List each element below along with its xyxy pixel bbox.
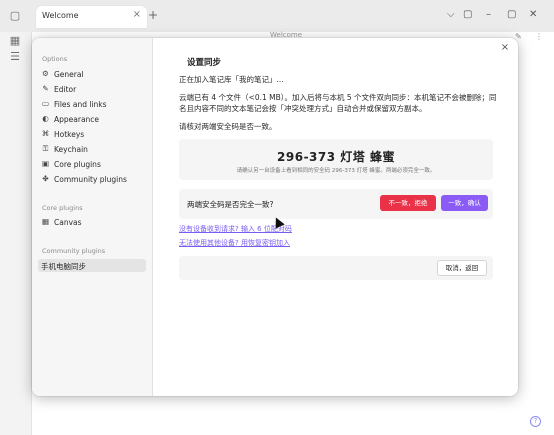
section-title-options: Options: [42, 55, 68, 63]
maximize-icon[interactable]: ▢: [507, 9, 516, 21]
sidebar-item-hotkeys[interactable]: ⌘ Hotkeys: [38, 128, 146, 141]
tab-bar: ▢ Welcome × + ⌵ ▢ – ▢ ✕: [0, 0, 554, 32]
recovery-key-link[interactable]: 无法使用其他设备? 用恢复密钥加入: [179, 238, 290, 248]
sidebar-toggle-icon[interactable]: ▢: [8, 9, 22, 23]
folder-icon: ▭: [41, 99, 50, 108]
sidebar-item-label: Hotkeys: [54, 130, 85, 139]
key-icon: ⚿: [42, 144, 49, 153]
help-icon[interactable]: ?: [530, 416, 541, 427]
confirm-row: 两端安全码是否完全一致? 不一致，拒绝 一致，确认: [179, 189, 493, 219]
command-icon: ⌘: [41, 129, 50, 138]
puzzle-icon: ✤: [42, 174, 49, 183]
tab-welcome[interactable]: Welcome ×: [36, 6, 147, 28]
sidebar-item-label: Canvas: [54, 218, 82, 227]
tab-close-icon[interactable]: ×: [133, 9, 141, 20]
sidebar-item-appearance[interactable]: ◐ Appearance: [38, 113, 146, 126]
gear-icon: ⚙: [42, 69, 49, 78]
sidebar-item-keychain[interactable]: ⚿ Keychain: [38, 143, 146, 156]
list-icon[interactable]: ☰: [8, 50, 22, 64]
split-view-icon[interactable]: ▢: [463, 9, 472, 21]
files-icon[interactable]: ▦: [8, 34, 22, 48]
more-icon[interactable]: ⋮: [535, 32, 543, 41]
sidebar-item-files-and-links[interactable]: ▭ Files and links: [38, 98, 146, 111]
page-title: 设置同步: [187, 58, 222, 68]
palette-icon: ◐: [42, 114, 49, 123]
security-code: 296-373 灯塔 蜂蜜: [277, 150, 395, 164]
footer-row: 取消，返回: [179, 256, 493, 280]
sidebar-item-community-plugins[interactable]: ✤ Community plugins: [38, 173, 146, 186]
sidebar-item-label: Keychain: [54, 145, 88, 154]
security-code-box: 296-373 灯塔 蜂蜜 请确认另一台设备上看到相同的安全码 296-373 …: [179, 139, 493, 180]
left-ribbon: ▦ ☰: [0, 32, 31, 435]
sync-description-text: 云端已有 4 个文件（<0.1 MB）。加入后将与本机 5 个文件双向同步：本机…: [179, 93, 497, 113]
pencil-icon: ✎: [42, 84, 49, 93]
section-title-community-plugins: Community plugins: [42, 247, 106, 255]
sidebar-item-general[interactable]: ⚙ General: [38, 68, 146, 81]
minimize-icon[interactable]: –: [486, 9, 491, 21]
sidebar-item-canvas[interactable]: ▦ Canvas: [38, 216, 146, 229]
sidebar-item-label: Files and links: [54, 100, 107, 109]
sidebar-item-label: Core plugins: [54, 160, 101, 169]
section-title-core-plugins: Core plugins: [42, 204, 83, 212]
close-window-icon[interactable]: ✕: [529, 9, 537, 21]
chevron-down-icon[interactable]: ⌵: [447, 9, 455, 21]
sidebar-item-phone-pc-sync[interactable]: 手机电脑同步: [38, 259, 146, 272]
tab-label: Welcome: [42, 11, 79, 20]
sidebar-item-label: Editor: [54, 85, 77, 94]
confirm-question: 两端安全码是否完全一致?: [187, 200, 274, 209]
accept-button[interactable]: 一致，确认: [441, 195, 488, 211]
sidebar-item-label: 手机电脑同步: [41, 262, 86, 271]
sidebar-item-editor[interactable]: ✎ Editor: [38, 83, 146, 96]
reject-button[interactable]: 不一致，拒绝: [380, 195, 436, 211]
grid-icon: ▦: [41, 217, 50, 226]
joining-status-text: 正在加入笔记库「我的笔记」...: [179, 75, 284, 84]
box-icon: ▣: [41, 159, 50, 168]
sidebar-item-core-plugins[interactable]: ▣ Core plugins: [38, 158, 146, 171]
settings-sidebar: Options ⚙ General ✎ Editor ▭ Files and l…: [32, 38, 153, 396]
cancel-button[interactable]: 取消，返回: [437, 260, 487, 276]
sidebar-item-label: General: [54, 70, 84, 79]
verify-instruction-text: 请核对两端安全码是否一致。: [179, 122, 277, 131]
settings-content: 设置同步 正在加入笔记库「我的笔记」... 云端已有 4 个文件（<0.1 MB…: [153, 38, 518, 396]
sidebar-item-label: Appearance: [54, 115, 100, 124]
new-tab-icon[interactable]: +: [148, 8, 158, 22]
sidebar-item-label: Community plugins: [54, 175, 127, 184]
security-code-hint: 请确认另一台设备上看到相同的安全码 296-373 灯塔 蜂蜜。两端必须完全一致…: [236, 168, 436, 174]
